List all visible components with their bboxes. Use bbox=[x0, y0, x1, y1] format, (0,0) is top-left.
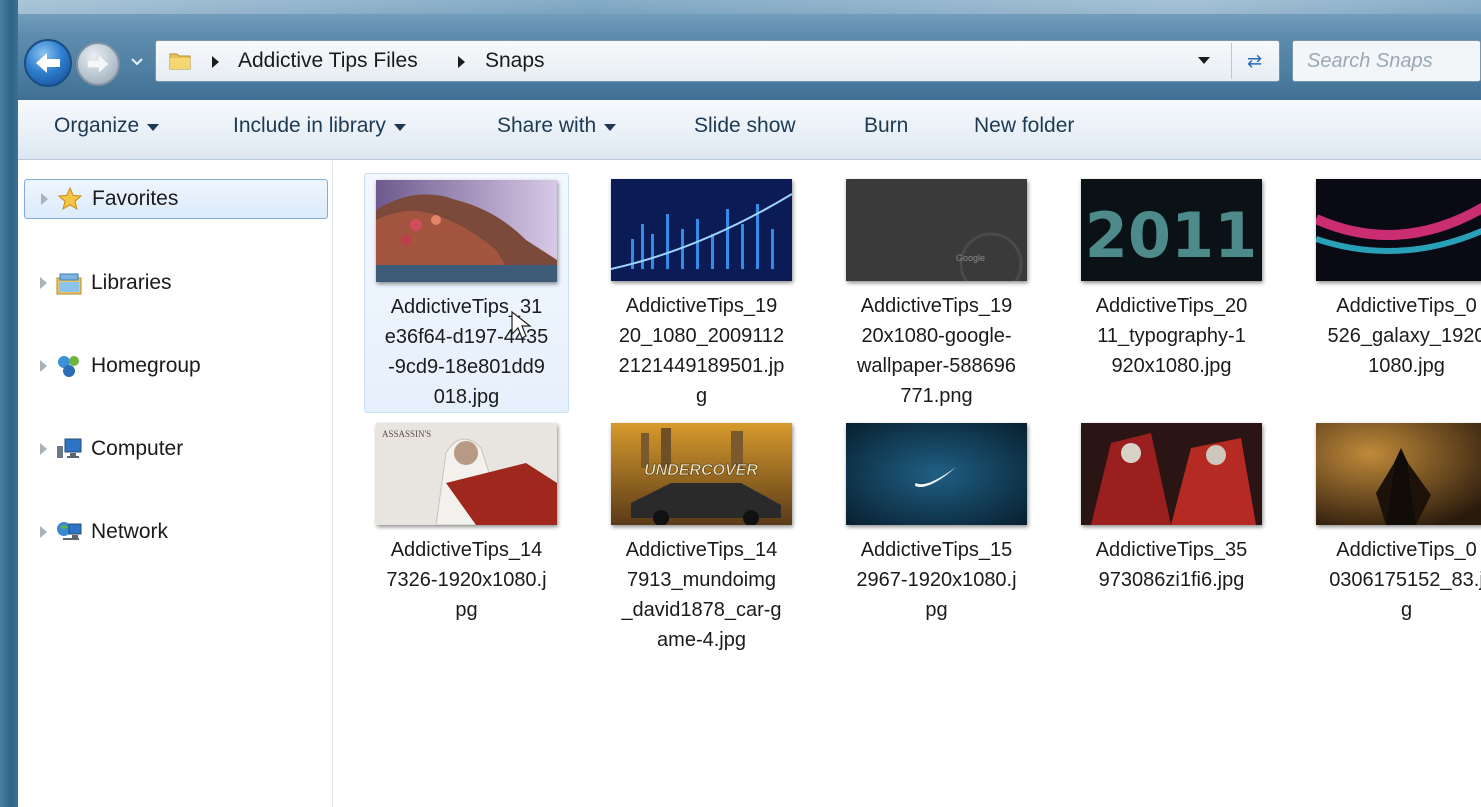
expand-arrow-icon[interactable] bbox=[40, 277, 47, 289]
search-box[interactable] bbox=[1292, 40, 1481, 82]
organize-menu[interactable]: Organize bbox=[54, 114, 160, 138]
expand-arrow-icon[interactable] bbox=[41, 193, 48, 205]
star-icon bbox=[56, 185, 84, 213]
thumbnail-2011-typography: 2011 bbox=[1081, 179, 1262, 281]
refresh-button[interactable]: ⇄ bbox=[1231, 43, 1277, 79]
nav-item-network[interactable]: Network bbox=[24, 512, 328, 552]
window-frame-left bbox=[0, 0, 18, 807]
file-name: AddictiveTips_14 7913_mundoimg _david187… bbox=[621, 539, 782, 651]
include-in-library-label: Include in library bbox=[233, 114, 386, 137]
file-name: AddictiveTips_20 11_typography-1 920x108… bbox=[1095, 295, 1248, 377]
breadcrumb-snaps[interactable]: Snaps bbox=[485, 49, 545, 73]
refresh-icon: ⇄ bbox=[1246, 50, 1263, 72]
breadcrumb-separator[interactable] bbox=[212, 56, 219, 68]
file-item[interactable]: AddictiveTips_0 0306175152_83.j g bbox=[1304, 417, 1481, 625]
address-dropdown[interactable] bbox=[1198, 57, 1210, 64]
nav-item-libraries[interactable]: Libraries bbox=[24, 263, 328, 303]
organize-label: Organize bbox=[54, 114, 140, 137]
chevron-down-icon bbox=[147, 123, 160, 131]
file-name: AddictiveTips_14 7326-1920x1080.j pg bbox=[386, 539, 547, 621]
back-button[interactable] bbox=[24, 39, 72, 87]
file-item[interactable]: AddictiveTips_19 20_1080_2009112 2121449… bbox=[599, 173, 804, 411]
file-item[interactable]: 2011 AddictiveTips_20 11_typography-1 92… bbox=[1069, 173, 1274, 381]
thumbnail-galaxy bbox=[1316, 179, 1481, 281]
folder-icon bbox=[169, 53, 191, 70]
libraries-icon bbox=[55, 269, 83, 297]
arrow-left-icon bbox=[36, 53, 60, 73]
burn-button[interactable]: Burn bbox=[864, 114, 908, 138]
recent-pages-dropdown[interactable] bbox=[130, 54, 144, 68]
file-item[interactable]: UNDERCOVER AddictiveTips_14 7913_mundoim… bbox=[599, 417, 804, 655]
file-name: AddictiveTips_19 20x1080-google- wallpap… bbox=[856, 295, 1016, 407]
arrow-right-icon bbox=[87, 55, 109, 73]
breadcrumb-addictive-tips-files[interactable]: Addictive Tips Files bbox=[238, 49, 418, 73]
file-name: AddictiveTips_0 526_galaxy_1920 1080.jpg bbox=[1327, 295, 1481, 377]
network-icon bbox=[55, 518, 83, 546]
search-input[interactable] bbox=[1307, 47, 1477, 75]
file-item[interactable]: AddictiveTips_0 526_galaxy_1920 1080.jpg bbox=[1304, 173, 1481, 381]
file-name: AddictiveTips_19 20_1080_2009112 2121449… bbox=[618, 295, 785, 407]
share-with-menu[interactable]: Share with bbox=[497, 114, 617, 138]
chevron-down-icon bbox=[393, 123, 406, 131]
chevron-down-icon bbox=[604, 123, 617, 131]
thumbnail-assassins-text: ASSASSIN'S bbox=[382, 429, 431, 439]
forward-button[interactable] bbox=[76, 42, 120, 86]
new-folder-label: New folder bbox=[974, 114, 1075, 137]
nav-item-label: Network bbox=[91, 520, 169, 543]
nav-item-computer[interactable]: Computer bbox=[24, 429, 328, 469]
command-bar: Organize Include in library Share with S… bbox=[18, 100, 1481, 160]
share-with-label: Share with bbox=[497, 114, 597, 137]
file-item[interactable]: AddictiveTips_31 e36f64-d197-4435 -9cd9-… bbox=[364, 173, 569, 413]
computer-icon bbox=[55, 435, 83, 463]
file-name: AddictiveTips_35 973086zi1fi6.jpg bbox=[1095, 539, 1248, 591]
homegroup-icon bbox=[55, 352, 83, 380]
nav-item-label: Libraries bbox=[91, 271, 172, 294]
thumbnail-dark-knight bbox=[1316, 423, 1481, 525]
file-name: AddictiveTips_0 0306175152_83.j g bbox=[1329, 539, 1481, 621]
file-item[interactable]: AddictiveTips_15 2967-1920x1080.j pg bbox=[834, 417, 1039, 625]
file-item[interactable]: ASSASSIN'S AddictiveTips_14 7326-1920x10… bbox=[364, 417, 569, 625]
thumbnail-undercover-text: UNDERCOVER bbox=[644, 462, 758, 479]
mouse-cursor-icon bbox=[511, 310, 532, 339]
thumbnail-nike-logo bbox=[846, 423, 1027, 525]
nav-item-label: Favorites bbox=[92, 187, 179, 210]
nav-item-label: Computer bbox=[91, 437, 184, 460]
expand-arrow-icon[interactable] bbox=[40, 443, 47, 455]
expand-arrow-icon[interactable] bbox=[40, 360, 47, 372]
nav-item-homegroup[interactable]: Homegroup bbox=[24, 346, 328, 386]
file-list-view[interactable]: AddictiveTips_31 e36f64-d197-4435 -9cd9-… bbox=[334, 161, 1481, 807]
thumbnail-assassins-creed: ASSASSIN'S bbox=[376, 423, 557, 525]
file-name: AddictiveTips_15 2967-1920x1080.j pg bbox=[856, 539, 1017, 621]
file-item[interactable]: AddictiveTips_35 973086zi1fi6.jpg bbox=[1069, 417, 1274, 595]
slide-show-button[interactable]: Slide show bbox=[694, 114, 796, 138]
burn-label: Burn bbox=[864, 114, 909, 137]
svg-text:Google: Google bbox=[956, 253, 985, 263]
thumbnail-red-anime bbox=[1081, 423, 1262, 525]
thumbnail-2011-text: 2011 bbox=[1085, 199, 1258, 272]
thumbnail-undercover-car: UNDERCOVER bbox=[611, 423, 792, 525]
navigation-pane: Favorites Libraries Homegroup Computer N… bbox=[18, 161, 333, 807]
thumbnail-google-wallpaper: Google bbox=[846, 179, 1027, 281]
breadcrumb-separator[interactable] bbox=[458, 56, 465, 68]
expand-arrow-icon[interactable] bbox=[40, 526, 47, 538]
file-item[interactable]: Google AddictiveTips_19 20x1080-google- … bbox=[834, 173, 1039, 411]
slide-show-label: Slide show bbox=[694, 114, 796, 137]
address-bar[interactable]: Addictive Tips Files Snaps ⇄ bbox=[155, 40, 1280, 82]
thumbnail-blue-equalizer bbox=[611, 179, 792, 281]
include-in-library-menu[interactable]: Include in library bbox=[233, 114, 406, 138]
thumbnail-coastal-cliff bbox=[376, 180, 557, 282]
file-name: AddictiveTips_31 e36f64-d197-4435 -9cd9-… bbox=[384, 296, 549, 408]
nav-item-favorites[interactable]: Favorites bbox=[24, 179, 328, 219]
nav-item-label: Homegroup bbox=[91, 354, 201, 377]
new-folder-button[interactable]: New folder bbox=[974, 114, 1074, 138]
